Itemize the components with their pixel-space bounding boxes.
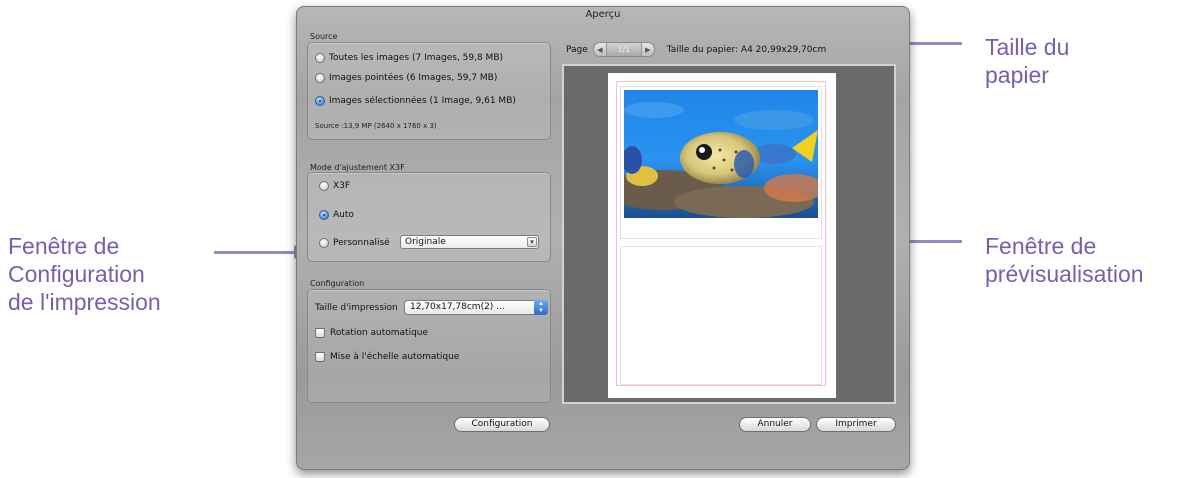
checkbox-label: Rotation automatique	[330, 328, 429, 338]
page-pager[interactable]: ◀ 1/1 ▶	[592, 42, 655, 57]
print-button[interactable]: Imprimer	[816, 417, 896, 432]
radio-button-selected-icon[interactable]	[319, 210, 329, 220]
config-group-label: Configuration	[310, 279, 365, 288]
checkbox-label: Mise à l'échelle automatique	[330, 352, 460, 362]
select-value: Originale	[405, 237, 446, 247]
next-page-icon[interactable]: ▶	[642, 46, 654, 54]
source-info: Source :13,9 MP (2640 x 1760 x 3)	[315, 122, 437, 130]
stepper-arrows-icon[interactable]: ▴ ▾	[534, 300, 548, 315]
image-slot-2	[620, 246, 822, 385]
annotation-line: prévisualisation	[985, 261, 1144, 287]
popup-value: 12,70x17,78cm(2) ...	[410, 302, 505, 312]
radio-label: Images pointées (6 Images, 59,7 MB)	[329, 73, 498, 83]
annotation-line: Fenêtre de	[8, 233, 120, 259]
annotation-preview-window: Fenêtre de prévisualisation	[985, 232, 1144, 288]
radio-button-icon[interactable]	[315, 53, 325, 63]
radio-button-selected-icon[interactable]	[315, 96, 325, 106]
annotation-line: Taille du	[985, 34, 1070, 60]
radio-selected-images[interactable]: Images sélectionnées (1 Image, 9,61 MB)	[315, 96, 516, 106]
annotation-line: de l'impression	[8, 289, 161, 315]
radio-label: X3F	[333, 181, 351, 191]
radio-label: Auto	[333, 210, 354, 220]
page-navigation: Page ◀ 1/1 ▶ Taille du papier: A4 20,99x…	[566, 42, 826, 57]
preview-photo-fish	[624, 90, 818, 218]
page-count: 1/1	[605, 43, 642, 56]
annotation-line: Configuration	[8, 261, 145, 287]
custom-mode-select[interactable]: Originale ▾	[400, 235, 539, 249]
mode-group-label: Mode d'ajustement X3F	[310, 163, 405, 172]
checkbox-auto-scale[interactable]: Mise à l'échelle automatique	[315, 352, 459, 362]
annotation-line: papier	[985, 62, 1049, 88]
chevron-down-icon[interactable]: ▾	[527, 237, 537, 247]
page-label: Page	[566, 44, 588, 55]
annotation-print-config: Fenêtre de Configuration de l'impression	[8, 232, 161, 316]
radio-label: Personnalisé	[333, 238, 390, 248]
radio-button-icon[interactable]	[319, 181, 329, 191]
configuration-button[interactable]: Configuration	[454, 417, 550, 432]
radio-x3f[interactable]: X3F	[319, 181, 350, 191]
paper-size-info: Taille du papier: A4 20,99x29,70cm	[666, 44, 827, 55]
fish-photo-graphic	[624, 90, 818, 218]
checkbox-icon[interactable]	[315, 328, 325, 338]
paper-sheet	[608, 73, 836, 398]
radio-custom[interactable]: Personnalisé	[319, 238, 390, 248]
radio-pointed-images[interactable]: Images pointées (6 Images, 59,7 MB)	[315, 73, 497, 83]
window-title: Aperçu	[585, 9, 621, 20]
radio-button-icon[interactable]	[315, 73, 325, 83]
previous-page-icon[interactable]: ◀	[594, 46, 606, 54]
preview-area	[562, 64, 896, 404]
radio-button-icon[interactable]	[319, 238, 329, 248]
arrow-to-config-line	[214, 251, 296, 254]
radio-all-images[interactable]: Toutes les images (7 Images, 59,8 MB)	[315, 53, 503, 63]
print-size-popup[interactable]: 12,70x17,78cm(2) ... ▴ ▾	[404, 300, 548, 315]
radio-label: Toutes les images (7 Images, 59,8 MB)	[329, 53, 504, 63]
print-size-row: Taille d'impression	[315, 303, 398, 313]
print-size-label: Taille d'impression	[315, 303, 398, 313]
annotation-line: Fenêtre de	[985, 233, 1097, 259]
preview-dialog: Aperçu Source Toutes les images (7 Image…	[296, 6, 910, 470]
checkbox-icon[interactable]	[315, 352, 325, 362]
annotation-paper-size: Taille du papier	[985, 33, 1069, 89]
radio-auto[interactable]: Auto	[319, 210, 354, 220]
source-group-label: Source	[310, 32, 338, 41]
radio-label: Images sélectionnées (1 Image, 9,61 MB)	[329, 96, 516, 106]
checkbox-auto-rotation[interactable]: Rotation automatique	[315, 328, 428, 338]
cancel-button[interactable]: Annuler	[739, 417, 811, 432]
